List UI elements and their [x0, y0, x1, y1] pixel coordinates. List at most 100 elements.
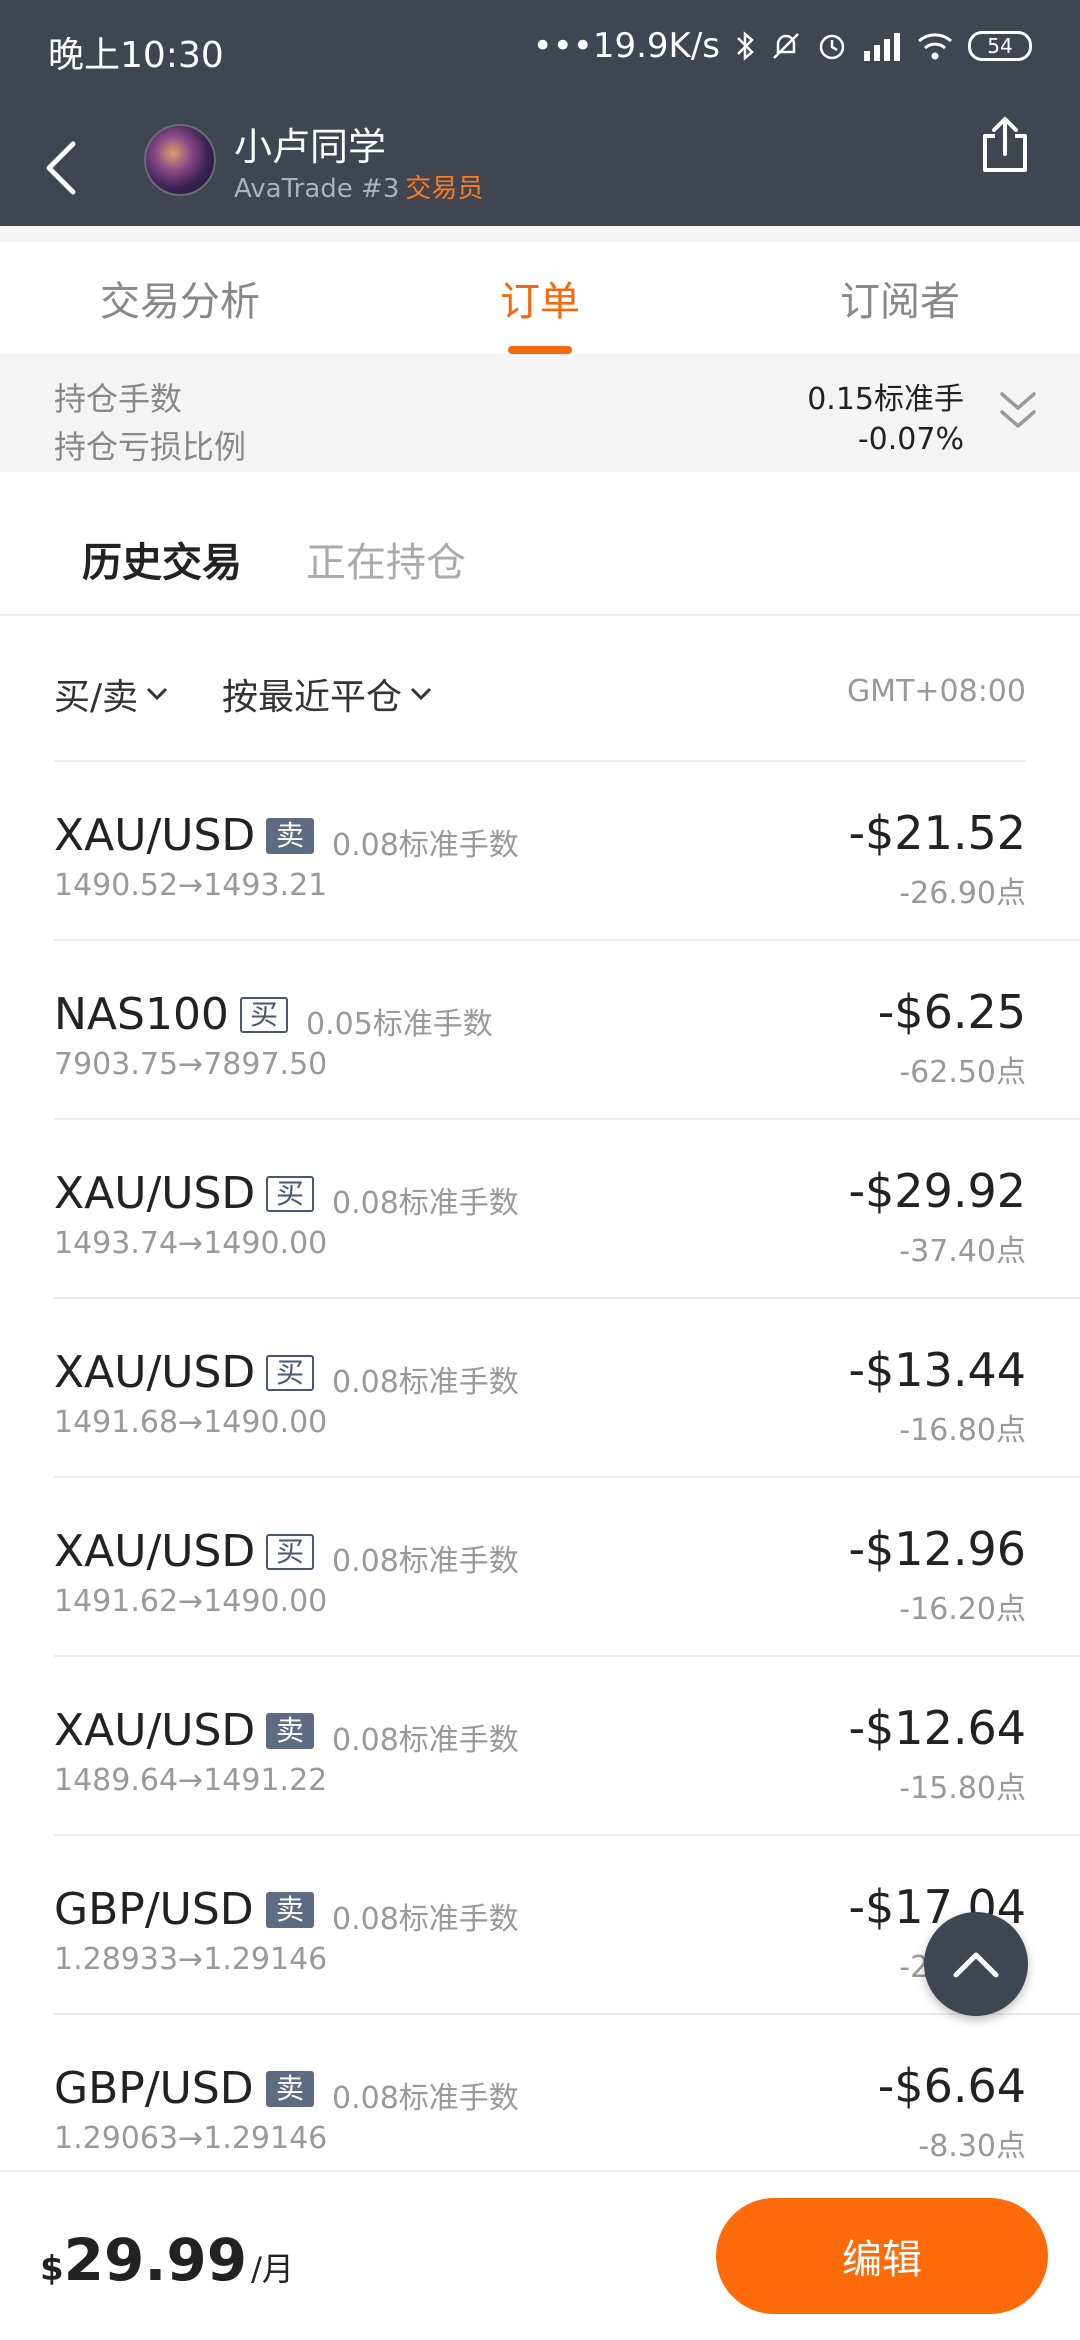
trade-row[interactable]: XAU/USD 买 0.08标准手数 1491.62→1490.00 -$12.… — [54, 1478, 1080, 1657]
trade-points: -62.50点 — [899, 1055, 1026, 1090]
trade-price-range: 1491.62→1490.00 — [54, 1584, 328, 1619]
header: 晚上10:30 •••19.9K/s 54 小卢同学 AvaTrade #3 交易… — [0, 0, 1080, 226]
main-tabs: 交易分析 订单 订阅者 — [0, 242, 1080, 354]
filter-bar: 买/卖 按最近平仓 GMT+08:00 — [54, 616, 1026, 762]
mute-bell-icon — [773, 33, 799, 59]
trade-symbol: NAS100 — [54, 989, 229, 1040]
broker-label: AvaTrade #3 — [234, 174, 400, 204]
trade-lots: 0.08标准手数 — [332, 1365, 519, 1400]
trade-lots: 0.08标准手数 — [332, 1723, 519, 1758]
trade-points: -37.40点 — [899, 1234, 1026, 1269]
side-badge: 卖 — [266, 818, 315, 854]
history-subtabs: 历史交易 正在持仓 — [0, 472, 1080, 616]
avatar[interactable] — [144, 124, 216, 196]
subtab-history[interactable]: 历史交易 — [82, 530, 242, 588]
share-icon — [983, 117, 1027, 172]
trade-symbol: XAU/USD — [54, 1705, 256, 1756]
trade-lots: 0.08标准手数 — [332, 1544, 519, 1579]
trade-price-range: 1489.64→1491.22 — [54, 1763, 328, 1798]
trade-lots: 0.08标准手数 — [332, 1186, 519, 1221]
back-button[interactable] — [30, 130, 90, 206]
status-icons: •••19.9K/s 54 — [533, 26, 1032, 66]
trade-list: XAU/USD 卖 0.08标准手数 1490.52→1493.21 -$21.… — [0, 762, 1080, 2194]
trade-price-range: 1.29063→1.29146 — [54, 2121, 328, 2156]
side-badge: 卖 — [266, 1892, 315, 1928]
trade-pnl: -$6.25 — [877, 985, 1026, 1039]
trade-pnl: -$12.96 — [848, 1522, 1026, 1576]
side-filter-label: 买/卖 — [54, 677, 139, 718]
positions-value: 0.15标准手 — [807, 382, 964, 417]
trade-row[interactable]: XAU/USD 买 0.08标准手数 1491.68→1490.00 -$13.… — [54, 1299, 1080, 1478]
edit-button[interactable]: 编辑 — [716, 2198, 1048, 2314]
chevron-up-icon — [953, 1952, 999, 1978]
position-summary[interactable]: 持仓手数 持仓亏损比例 0.15标准手 -0.07% — [0, 354, 1080, 472]
timezone-label: GMT+08:00 — [846, 674, 1026, 709]
trade-price-range: 7903.75→7897.50 — [54, 1047, 328, 1082]
alarm-icon — [819, 34, 845, 60]
trader-name: 小卢同学 — [234, 125, 387, 169]
trade-lots: 0.08标准手数 — [332, 1902, 519, 1937]
chevron-down-icon — [147, 687, 168, 701]
trade-pnl: -$12.64 — [848, 1701, 1026, 1755]
trade-row[interactable]: NAS100 买 0.05标准手数 7903.75→7897.50 -$6.25… — [54, 941, 1080, 1120]
tab-orders[interactable]: 订单 — [400, 242, 680, 354]
trade-lots: 0.08标准手数 — [332, 2081, 519, 2116]
trade-row[interactable]: XAU/USD 卖 0.08标准手数 1490.52→1493.21 -$21.… — [54, 762, 1080, 941]
back-arrow-icon — [46, 141, 76, 195]
double-chevron-down-icon[interactable] — [996, 386, 1040, 436]
trade-price-range: 1.28933→1.29146 — [54, 1942, 328, 1977]
trade-symbol: GBP/USD — [54, 2063, 254, 2114]
subscribe-bar: $ 29.99 /月 编辑 — [0, 2170, 1080, 2340]
trade-lots: 0.05标准手数 — [306, 1007, 493, 1042]
positions-label: 持仓手数 — [54, 380, 183, 418]
trade-price-range: 1491.68→1490.00 — [54, 1405, 328, 1440]
trade-symbol: GBP/USD — [54, 1884, 254, 1935]
trade-lots: 0.08标准手数 — [332, 828, 519, 863]
trade-pnl: -$6.64 — [877, 2059, 1026, 2113]
price-currency: $ — [40, 2249, 64, 2289]
role-label: 交易员 — [405, 174, 484, 204]
tab-analysis[interactable]: 交易分析 — [40, 242, 320, 354]
divider — [0, 226, 1080, 242]
trade-pnl: -$29.92 — [848, 1164, 1026, 1218]
trade-points: -16.20点 — [899, 1592, 1026, 1627]
side-filter[interactable]: 买/卖 — [54, 668, 168, 720]
side-badge: 卖 — [266, 1713, 315, 1749]
network-speed: •••19.9K/s — [532, 26, 720, 66]
sort-filter-label: 按最近平仓 — [222, 677, 403, 718]
subscription-price: $ 29.99 /月 — [40, 2226, 294, 2294]
trade-pnl: -$13.44 — [848, 1343, 1026, 1397]
side-badge: 买 — [266, 1176, 315, 1212]
bluetooth-icon — [737, 31, 754, 61]
price-period: /月 — [251, 2250, 294, 2288]
pl-ratio-value: -0.07% — [857, 422, 964, 457]
side-badge: 买 — [266, 1355, 315, 1391]
trade-points: -8.30点 — [918, 2129, 1026, 2164]
wifi-icon — [918, 33, 952, 60]
tab-subscribers[interactable]: 订阅者 — [760, 242, 1040, 354]
status-bar: 晚上10:30 •••19.9K/s 54 — [0, 0, 1080, 100]
trade-row[interactable]: XAU/USD 卖 0.08标准手数 1489.64→1491.22 -$12.… — [54, 1657, 1080, 1836]
trade-points: -16.80点 — [899, 1413, 1026, 1448]
subtab-holding[interactable]: 正在持仓 — [306, 530, 466, 588]
pl-ratio-label: 持仓亏损比例 — [54, 428, 247, 466]
sort-filter[interactable]: 按最近平仓 — [222, 668, 432, 720]
side-badge: 买 — [266, 1534, 315, 1570]
status-time: 晚上10:30 — [48, 35, 224, 76]
share-button[interactable] — [970, 110, 1040, 180]
signal-icon — [864, 33, 900, 61]
trade-symbol: XAU/USD — [54, 1347, 256, 1398]
nav-row: 小卢同学 AvaTrade #3 交易员 — [0, 110, 1080, 226]
trade-points: -26.90点 — [899, 876, 1026, 911]
side-badge: 卖 — [266, 2071, 315, 2107]
trade-points: -15.80点 — [899, 1771, 1026, 1806]
trade-symbol: XAU/USD — [54, 810, 256, 861]
trader-subtitle: AvaTrade #3 交易员 — [234, 168, 483, 205]
battery-icon: 54 — [968, 31, 1032, 61]
scroll-top-button[interactable] — [924, 1912, 1028, 2016]
price-amount: 29.99 — [63, 2226, 248, 2294]
trade-symbol: XAU/USD — [54, 1526, 256, 1577]
trade-row[interactable]: GBP/USD 卖 0.08标准手数 1.28933→1.29146 -$17.… — [54, 1836, 1080, 2015]
trade-row[interactable]: GBP/USD 卖 0.08标准手数 1.29063→1.29146 -$6.6… — [54, 2015, 1080, 2194]
trade-row[interactable]: XAU/USD 买 0.08标准手数 1493.74→1490.00 -$29.… — [54, 1120, 1080, 1299]
